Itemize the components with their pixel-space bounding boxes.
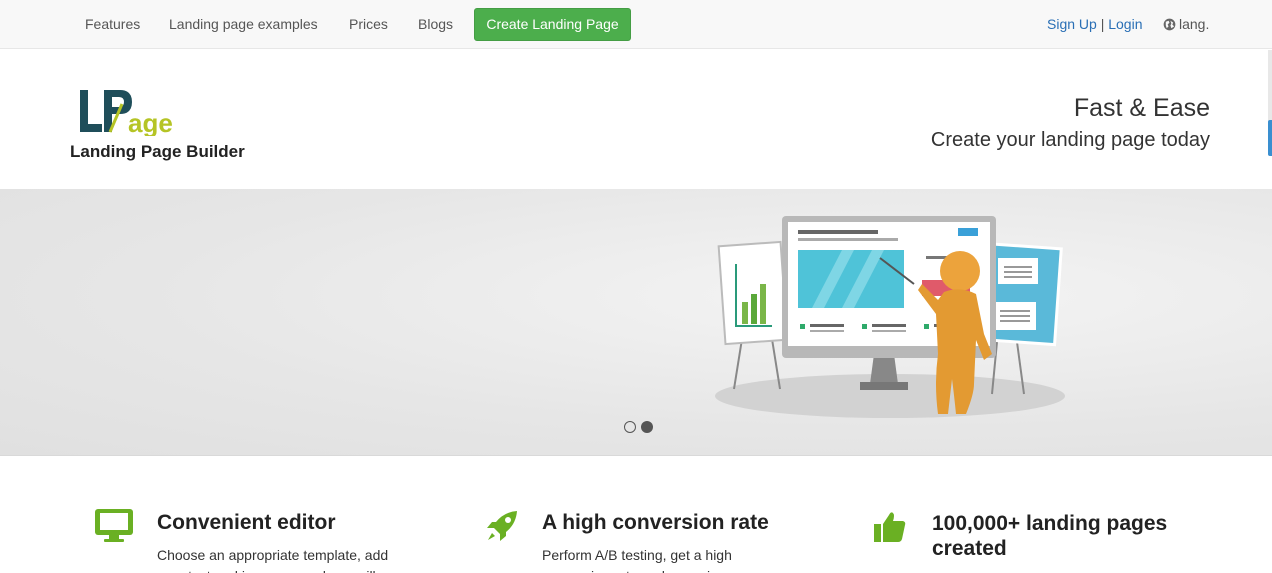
carousel-dot-1[interactable]: [624, 421, 636, 433]
create-landing-page-button[interactable]: Create Landing Page: [474, 8, 631, 41]
carousel-background: [0, 189, 1272, 455]
globe-icon: [1163, 18, 1176, 31]
hero-title: Fast & Ease: [1073, 94, 1210, 122]
feature-title-pages-line1: 100,000+ landing pages: [932, 512, 1168, 535]
nav-item-landing-page-examples[interactable]: Landing page examples: [169, 16, 318, 32]
hero-subtitle: Create your landing page today: [930, 129, 1210, 151]
hero-carousel[interactable]: [0, 189, 1272, 456]
logo-subtitle: Landing Page Builder: [70, 142, 245, 161]
feedback-side-tab[interactable]: [1268, 120, 1272, 156]
nav-item-blogs[interactable]: Blogs: [418, 16, 453, 32]
carousel-indicators: [624, 420, 658, 438]
presenter-illustration: [715, 216, 1065, 418]
lpage-logo[interactable]: age: [76, 86, 188, 136]
carousel-dot-2[interactable]: [641, 421, 653, 433]
feature-title-pages-created: 100,000+ landing pages created: [932, 511, 1167, 561]
svg-text:age: age: [128, 108, 173, 136]
feature-title-conversion: A high conversion rate: [542, 511, 769, 534]
nav-item-prices[interactable]: Prices: [349, 16, 388, 32]
site-header: age Landing Page Builder Fast & Ease Cre…: [0, 50, 1272, 189]
auth-links: Sign Up | Login: [1047, 16, 1143, 32]
auth-separator: |: [1100, 16, 1105, 32]
language-selector[interactable]: lang.: [1163, 16, 1209, 32]
feature-text-editor: Choose an appropriate template, add your…: [157, 547, 389, 573]
sign-up-link[interactable]: Sign Up: [1047, 16, 1097, 32]
feature-title-pages-line2: created: [932, 537, 1007, 560]
top-navbar: Features Landing page examples Prices Bl…: [0, 0, 1272, 49]
nav-item-features[interactable]: Features: [85, 16, 140, 32]
language-label: lang.: [1179, 16, 1210, 32]
feature-text-conversion: Perform A/B testing, get a high conversi…: [542, 547, 741, 573]
rocket-icon: [487, 511, 517, 541]
feature-title-editor: Convenient editor: [157, 511, 336, 534]
thumbs-up-icon: [874, 512, 906, 542]
login-link[interactable]: Login: [1108, 16, 1142, 32]
monitor-icon: [95, 509, 133, 542]
scrollbar-track[interactable]: [1268, 50, 1272, 130]
